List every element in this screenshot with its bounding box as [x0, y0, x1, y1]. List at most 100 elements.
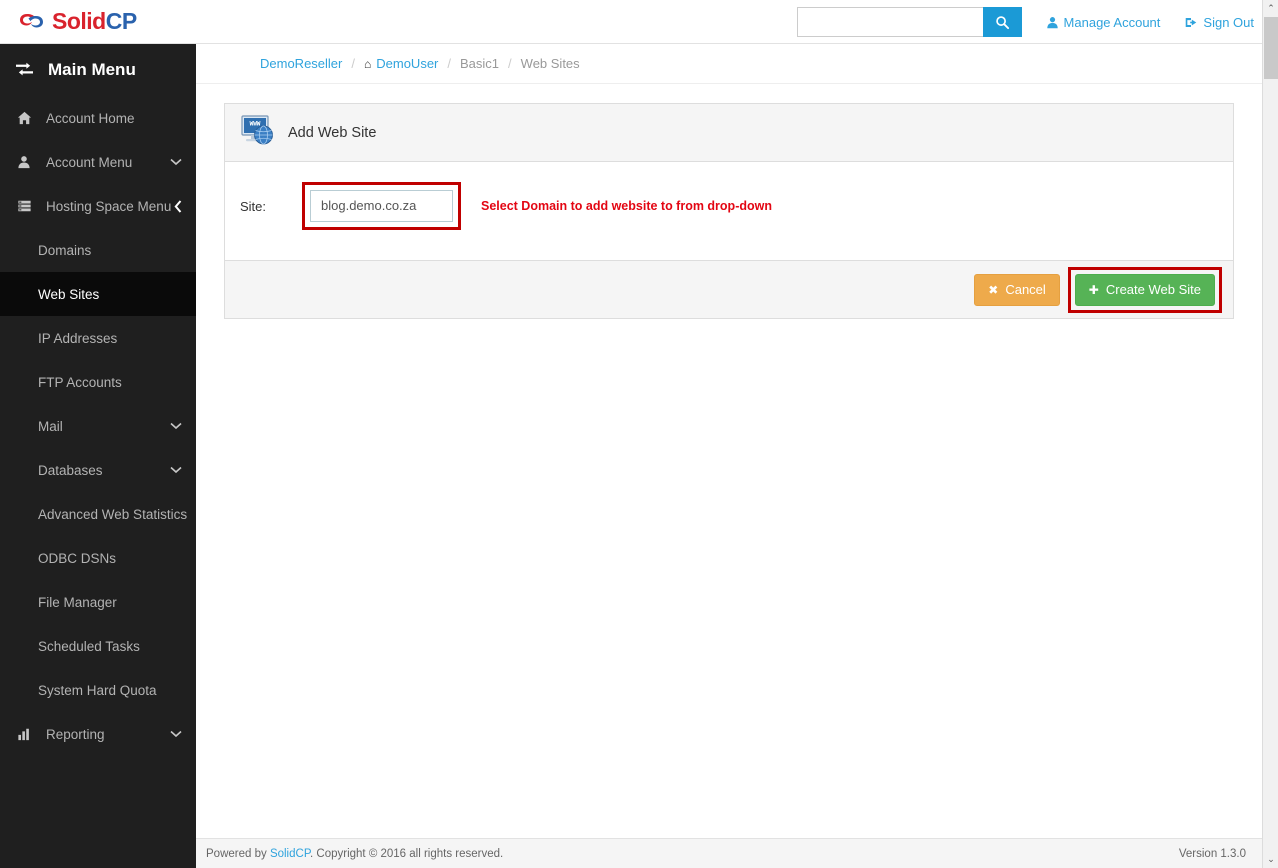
sidebar-item-scheduled-tasks[interactable]: Scheduled Tasks	[0, 624, 196, 668]
sidebar-item-label: Databases	[38, 462, 103, 478]
site-form-row: Site: blog.demo.co.za Select Domain to a…	[240, 182, 1218, 230]
sidebar-item-account-home[interactable]: Account Home	[0, 96, 196, 140]
solidcp-cloud-logo-icon	[18, 6, 48, 36]
sidebar-item-domains[interactable]: Domains	[0, 228, 196, 272]
footer-prefix: Powered by	[206, 847, 270, 860]
sidebar-item-label: ODBC DSNs	[38, 550, 117, 566]
sidebar-item-label: Hosting Space Menu	[46, 198, 172, 214]
user-icon	[1046, 16, 1059, 29]
close-icon: ✖	[988, 282, 999, 297]
sidebar-item-account-menu[interactable]: Account Menu	[0, 140, 196, 184]
chevron-left-icon	[174, 199, 182, 213]
logo-text-solid: Solid	[52, 8, 106, 34]
site-domain-select[interactable]: blog.demo.co.za	[310, 190, 453, 222]
create-button-label: Create Web Site	[1105, 282, 1201, 297]
sidebar-item-label: Account Home	[46, 110, 135, 126]
panel-header: WWW Add Web Site	[225, 104, 1233, 162]
home-icon	[14, 111, 34, 125]
scrollbar-thumb[interactable]	[1264, 17, 1278, 79]
app-header: SolidCP Manage Account Sign Out	[0, 0, 1262, 44]
cancel-button[interactable]: ✖ Cancel	[974, 273, 1060, 306]
breadcrumb-separator: /	[351, 56, 355, 71]
chevron-down-icon	[170, 466, 182, 474]
breadcrumb-item-demouser[interactable]: ⌂ DemoUser	[364, 56, 438, 71]
create-button-highlight-box: ✚ Create Web Site	[1067, 266, 1222, 313]
sidebar-item-odbc-dsns[interactable]: ODBC DSNs	[0, 536, 196, 580]
cancel-button-label: Cancel	[1005, 282, 1046, 297]
plus-icon: ✚	[1088, 282, 1099, 297]
server-icon	[14, 199, 34, 213]
site-field-label: Site:	[240, 198, 267, 214]
app-footer: Powered by SolidCP. Copyright © 2016 all…	[196, 838, 1262, 868]
search-button[interactable]	[982, 7, 1022, 37]
chevron-down-icon	[170, 158, 182, 166]
manage-account-link[interactable]: Manage Account	[1046, 14, 1161, 30]
breadcrumb-item-web-sites: Web Sites	[520, 56, 580, 71]
breadcrumb-item-basic1: Basic1	[460, 56, 500, 71]
search-input[interactable]	[796, 7, 983, 37]
user-icon	[14, 155, 34, 169]
search-form	[796, 7, 1022, 37]
sign-out-link[interactable]: Sign Out	[1184, 15, 1254, 30]
manage-account-label: Manage Account	[1063, 14, 1161, 30]
site-field-highlight-box: blog.demo.co.za	[302, 182, 461, 230]
sign-out-label: Sign Out	[1203, 14, 1254, 30]
sidebar-item-label: System Hard Quota	[38, 682, 157, 698]
app-logo[interactable]: SolidCP	[18, 6, 137, 36]
add-web-site-panel: WWW Add Web Site Site: blog.demo.co.za S…	[224, 103, 1234, 319]
page-scrollbar[interactable]: ⌃ ⌄	[1262, 0, 1278, 868]
footer-solidcp-link[interactable]: SolidCP	[270, 848, 310, 860]
sidebar-item-mail[interactable]: Mail	[0, 404, 196, 448]
breadcrumb: DemoReseller / ⌂ DemoUser / Basic1 / Web …	[196, 44, 1262, 84]
footer-suffix: . Copyright © 2016 all rights reserved.	[310, 847, 504, 860]
sidebar-title: Main Menu	[0, 44, 196, 96]
search-icon	[995, 15, 1010, 30]
sidebar-title-label: Main Menu	[48, 60, 136, 79]
sidebar-item-label: Scheduled Tasks	[38, 638, 140, 654]
header-actions: Manage Account Sign Out	[796, 7, 1254, 37]
svg-text:WWW: WWW	[250, 120, 261, 127]
sidebar-item-file-manager[interactable]: File Manager	[0, 580, 196, 624]
breadcrumb-separator: /	[447, 56, 451, 71]
panel-footer: ✖ Cancel ✚ Create Web Site	[225, 260, 1233, 318]
sidebar-item-web-sites[interactable]: Web Sites	[0, 272, 196, 316]
breadcrumb-item-label: DemoUser	[376, 56, 439, 71]
sidebar-item-label: Reporting	[46, 726, 105, 742]
sidebar-item-reporting[interactable]: Reporting	[0, 712, 196, 756]
panel-title: Add Web Site	[288, 124, 377, 141]
breadcrumb-separator: /	[508, 56, 512, 71]
panel-body: Site: blog.demo.co.za Select Domain to a…	[225, 162, 1233, 260]
sidebar-item-ip-addresses[interactable]: IP Addresses	[0, 316, 196, 360]
breadcrumb-item-demoreseller[interactable]: DemoReseller	[260, 56, 342, 71]
chevron-down-icon	[170, 730, 182, 738]
logo-text-cp: CP	[105, 8, 137, 34]
sidebar: Main Menu Account Home Account Menu Host…	[0, 44, 196, 868]
sidebar-item-databases[interactable]: Databases	[0, 448, 196, 492]
scroll-down-arrow-icon[interactable]: ⌄	[1263, 851, 1278, 868]
sidebar-item-advanced-web-statistics[interactable]: Advanced Web Statistics	[0, 492, 196, 536]
footer-version: Version 1.3.0	[1178, 847, 1246, 860]
sidebar-item-label: Advanced Web Statistics	[38, 506, 188, 522]
scroll-up-arrow-icon[interactable]: ⌃	[1263, 0, 1278, 17]
sidebar-item-label: Mail	[38, 418, 63, 434]
sidebar-item-hosting-space-menu[interactable]: Hosting Space Menu	[0, 184, 196, 228]
sidebar-item-label: Web Sites	[38, 286, 100, 302]
site-field-annotation: Select Domain to add website to from dro…	[481, 199, 772, 213]
sidebar-item-ftp-accounts[interactable]: FTP Accounts	[0, 360, 196, 404]
chart-bar-icon	[14, 727, 34, 741]
create-web-site-button[interactable]: ✚ Create Web Site	[1074, 273, 1215, 306]
sidebar-item-label: IP Addresses	[38, 330, 118, 346]
sidebar-item-label: File Manager	[38, 594, 117, 610]
exchange-arrows-icon	[14, 62, 34, 79]
website-monitor-globe-icon: WWW	[240, 114, 276, 152]
sign-out-icon	[1184, 16, 1198, 29]
scrollbar-track[interactable]	[1263, 79, 1278, 851]
sidebar-item-label: FTP Accounts	[38, 374, 122, 390]
sidebar-item-label: Domains	[38, 242, 92, 258]
app-logo-text: SolidCP	[52, 6, 137, 36]
chevron-down-icon	[170, 422, 182, 430]
sidebar-item-label: Account Menu	[46, 154, 133, 170]
main-content: DemoReseller / ⌂ DemoUser / Basic1 / Web …	[196, 44, 1262, 868]
home-icon: ⌂	[364, 57, 372, 71]
sidebar-item-system-hard-quota[interactable]: System Hard Quota	[0, 668, 196, 712]
